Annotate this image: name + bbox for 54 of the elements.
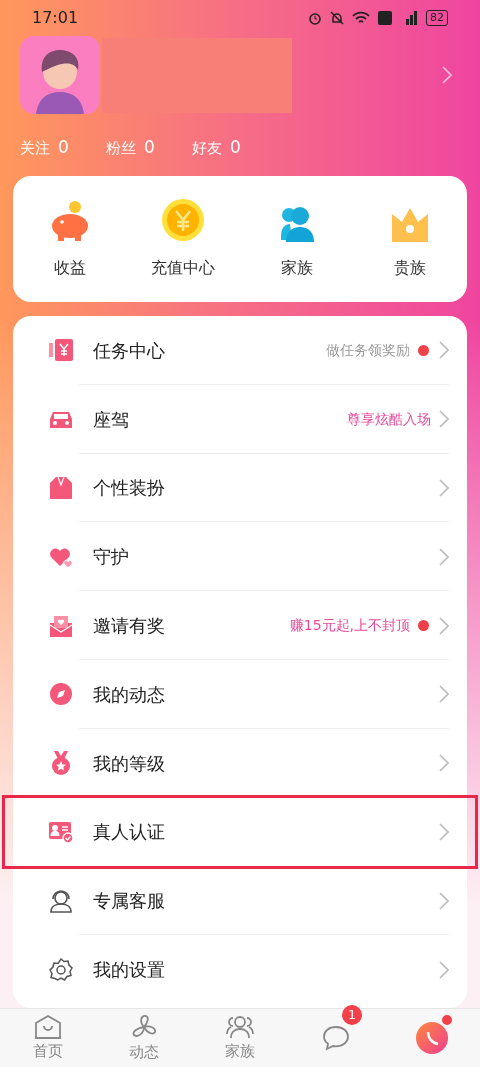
chat-icon — [322, 1025, 350, 1051]
menu-item[interactable]: 真人认证 — [5, 797, 475, 867]
stat-label: 粉丝 — [106, 138, 136, 160]
chevron-right-icon — [439, 891, 449, 910]
shortcut-button[interactable]: 贵族 — [353, 198, 467, 280]
chevron-right-icon — [439, 754, 449, 773]
menu-item[interactable]: 座驾 尊享炫酷入场 — [13, 384, 467, 454]
shortcut-button[interactable]: 收益 — [13, 198, 127, 280]
menu-item[interactable]: 专属客服 — [13, 866, 467, 936]
alarm-icon — [308, 11, 322, 25]
settings-icon — [48, 956, 74, 983]
shortcut-button[interactable]: 充值中心 — [126, 198, 240, 280]
yen-ticket-icon — [48, 337, 74, 364]
house-icon — [34, 1013, 62, 1040]
menu-item[interactable]: 任务中心 做任务领奖励 — [13, 316, 467, 385]
shortcut-button[interactable]: 家族 — [240, 198, 354, 280]
menu-note: 赚15元起,上不封顶 — [289, 616, 410, 636]
headset-person-icon — [48, 887, 74, 914]
stat-value: 0 — [144, 136, 155, 160]
chevron-right-icon — [442, 66, 452, 84]
menu-item[interactable]: 我的动态 — [13, 660, 467, 729]
chevron-right-icon — [439, 547, 449, 566]
wifi-icon — [352, 11, 370, 25]
tab-item[interactable] — [416, 1022, 448, 1054]
phone-call-icon — [416, 1022, 448, 1054]
chevron-right-icon — [439, 685, 449, 704]
tab-item[interactable] — [322, 1025, 350, 1051]
menu-item[interactable]: 我的等级 — [13, 728, 467, 798]
chevron-right-icon — [439, 341, 449, 360]
menu-item[interactable]: 我的设置 — [13, 935, 467, 1004]
stat-label: 关注 — [20, 138, 50, 160]
chevron-right-icon — [439, 960, 449, 979]
status-time: 17:01 — [32, 7, 79, 29]
chevron-right-icon — [439, 479, 449, 497]
jacket-icon — [48, 475, 74, 501]
chevron-right-icon — [439, 616, 449, 635]
stat-value: 0 — [230, 136, 241, 160]
chevron-right-icon — [439, 822, 449, 841]
crown-icon — [391, 208, 430, 242]
menu-item[interactable]: 守护 — [13, 522, 467, 592]
menu-note: 做任务领奖励 — [326, 340, 410, 360]
bell-muted-icon — [330, 11, 344, 25]
compass-icon — [48, 681, 74, 708]
chevron-right-icon — [439, 410, 449, 429]
tab-item[interactable]: 动态 — [129, 1012, 159, 1064]
battery-level: 82 — [426, 10, 448, 26]
stat-value: 0 — [58, 136, 69, 160]
tab-item[interactable]: 家族 — [225, 1013, 255, 1063]
menu-note: 尊享炫酷入场 — [347, 409, 431, 429]
stat-label: 好友 — [192, 138, 222, 160]
menu-item[interactable]: 个性装扮 — [13, 453, 467, 523]
yen-coin-icon — [161, 198, 206, 242]
menu-item[interactable]: 邀请有奖 赚15元起,上不封顶 — [13, 591, 467, 660]
people-icon — [225, 1013, 255, 1040]
